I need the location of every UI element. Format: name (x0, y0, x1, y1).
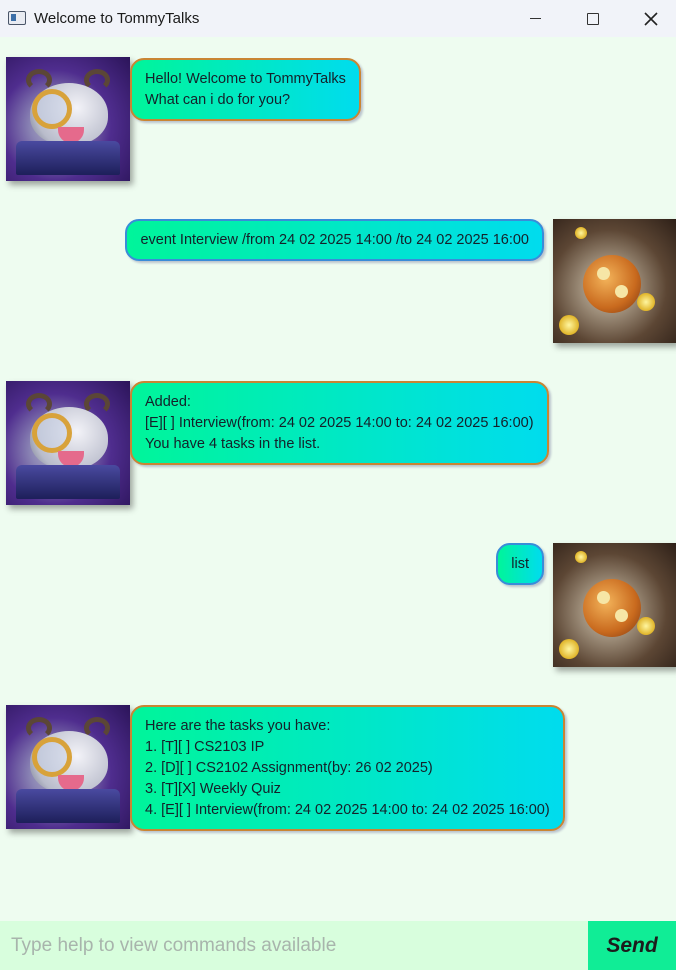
user-avatar (553, 543, 676, 667)
message-line: Here are the tasks you have: (145, 718, 331, 734)
minimize-icon (529, 17, 541, 20)
title-bar: Welcome to TommyTalks (0, 0, 676, 37)
message-line: Hello! Welcome to TommyTalks (145, 71, 346, 87)
app-window-icon (8, 11, 26, 25)
close-button[interactable] (622, 0, 676, 37)
bot-message-bubble: Hello! Welcome to TommyTalks What can i … (130, 58, 361, 121)
chat-area[interactable]: Hello! Welcome to TommyTalks What can i … (0, 37, 676, 920)
close-icon (644, 11, 658, 26)
bot-avatar (6, 705, 130, 829)
bot-message-bubble: Here are the tasks you have: 1. [T][ ] C… (130, 705, 565, 831)
maximize-icon (587, 12, 599, 25)
user-message-bubble: list (496, 543, 544, 585)
message-line: What can i do for you? (145, 92, 291, 108)
bot-avatar (6, 381, 130, 505)
maximize-button[interactable] (564, 0, 622, 37)
message-line: 4. [E][ ] Interview(from: 24 02 2025 14:… (145, 802, 550, 818)
message-line: event Interview /from 24 02 2025 14:00 /… (140, 232, 529, 248)
minimize-button[interactable] (506, 0, 564, 37)
bot-message-bubble: Added: [E][ ] Interview(from: 24 02 2025… (130, 381, 549, 465)
window-title: Welcome to TommyTalks (34, 10, 200, 27)
send-button[interactable]: Send (588, 921, 676, 970)
message-line: Added: (145, 394, 191, 410)
bot-avatar (6, 57, 130, 181)
command-input[interactable] (0, 921, 588, 970)
message-line: 1. [T][ ] CS2103 IP (145, 739, 265, 755)
message-line: list (511, 556, 529, 572)
user-avatar (553, 219, 676, 343)
user-message-bubble: event Interview /from 24 02 2025 14:00 /… (125, 219, 544, 261)
message-line: [E][ ] Interview(from: 24 02 2025 14:00 … (145, 415, 534, 431)
message-line: You have 4 tasks in the list. (145, 436, 321, 452)
message-line: 2. [D][ ] CS2102 Assignment(by: 26 02 20… (145, 760, 433, 776)
message-line: 3. [T][X] Weekly Quiz (145, 781, 281, 797)
